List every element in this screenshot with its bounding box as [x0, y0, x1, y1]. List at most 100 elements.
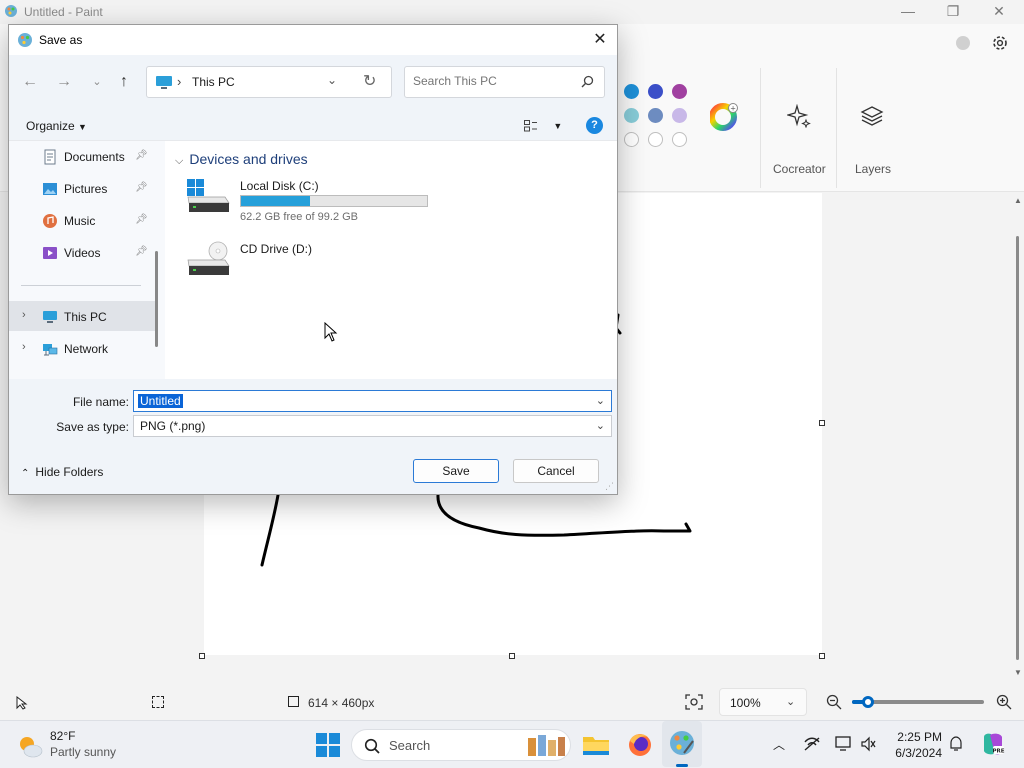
devices-and-drives-header[interactable]: ⌵ Devices and drives: [175, 151, 308, 168]
hide-folders-toggle[interactable]: ⌃ Hide Folders: [21, 465, 103, 479]
copilot-icon[interactable]: PRE: [980, 731, 1006, 757]
close-window-button[interactable]: ✕: [976, 0, 1022, 24]
layers-icon[interactable]: [860, 104, 884, 128]
refresh-icon[interactable]: ↻: [363, 71, 376, 91]
nav-item-documents[interactable]: Documents 📌︎: [9, 141, 155, 171]
cocreator-label[interactable]: Cocreator: [773, 162, 826, 176]
start-windows-icon[interactable]: [312, 729, 344, 761]
account-icon[interactable]: [956, 36, 970, 50]
help-button[interactable]: ?: [586, 117, 603, 134]
back-arrow-icon[interactable]: ←: [18, 71, 42, 93]
drive-item-cd-drive[interactable]: CD Drive (D:): [185, 240, 445, 288]
vertical-scrollbar[interactable]: ▲ ▼: [1014, 192, 1022, 682]
recent-locations-chevron-icon[interactable]: ⌄: [85, 71, 109, 93]
color-swatch[interactable]: [672, 84, 687, 99]
nav-pane-scrollbar[interactable]: [155, 251, 158, 347]
nav-item-pictures[interactable]: Pictures 📌︎: [9, 173, 155, 203]
search-box[interactable]: [404, 66, 605, 98]
nav-item-music[interactable]: Music 📌︎: [9, 205, 155, 235]
color-swatch[interactable]: [648, 108, 663, 123]
save-as-type-select[interactable]: PNG (*.png) ⌄: [133, 415, 612, 437]
network-status-icon[interactable]: [803, 736, 821, 752]
settings-gear-icon[interactable]: [991, 34, 1009, 52]
resize-handle[interactable]: [819, 653, 825, 659]
expand-chevron-icon[interactable]: ›: [22, 341, 26, 353]
taskbar-search-label: Search: [389, 738, 431, 753]
nav-item-label: Music: [64, 214, 96, 228]
collapse-chevron-icon[interactable]: ⌵: [175, 155, 183, 167]
color-swatch[interactable]: [624, 108, 639, 123]
up-arrow-icon[interactable]: ↑: [112, 71, 136, 93]
chevron-up-icon: ⌃: [21, 468, 30, 479]
chevron-down-icon[interactable]: ⌄: [596, 419, 605, 432]
nav-item-label: Pictures: [64, 182, 108, 196]
empty-color-swatch[interactable]: [672, 132, 687, 147]
zoom-out-icon[interactable]: [826, 694, 842, 710]
color-picker-wheel-icon[interactable]: +: [710, 102, 740, 132]
paint-statusbar: 614 × 460px 100% ⌄: [0, 684, 1024, 720]
search-input[interactable]: [413, 74, 573, 88]
empty-color-swatch[interactable]: [648, 132, 663, 147]
nav-item-network[interactable]: › Network: [9, 333, 155, 363]
weather-widget[interactable]: 82°F Partly sunny: [16, 729, 146, 763]
fit-to-window-icon[interactable]: [685, 694, 703, 710]
resize-grip-icon[interactable]: ⋰: [605, 481, 614, 492]
nav-item-this-pc[interactable]: › This PC: [9, 301, 155, 331]
forward-arrow-icon[interactable]: →: [52, 71, 76, 93]
file-explorer-icon[interactable]: [580, 729, 612, 761]
resize-handle[interactable]: [819, 420, 825, 426]
cd-drive-icon: [187, 241, 230, 275]
zoom-slider-thumb[interactable]: [861, 696, 874, 708]
scroll-down-arrow-icon[interactable]: ▼: [1014, 668, 1022, 677]
breadcrumb-this-pc[interactable]: This PC: [192, 75, 235, 89]
zoom-in-icon[interactable]: [996, 694, 1012, 710]
canvas-size-text: 614 × 460px: [308, 696, 375, 710]
empty-color-swatch[interactable]: [624, 132, 639, 147]
change-view-button[interactable]: ▼: [524, 118, 562, 132]
close-icon[interactable]: ✕: [589, 29, 611, 51]
notification-bell-icon[interactable]: [949, 736, 963, 752]
pin-icon[interactable]: 📌︎: [135, 182, 148, 193]
search-icon[interactable]: [581, 75, 594, 88]
nav-item-label: Documents: [64, 150, 125, 164]
expand-chevron-icon[interactable]: ›: [22, 309, 26, 321]
address-bar[interactable]: › This PC ⌄ ↻: [146, 66, 392, 98]
dialog-navigation-bar: ← → ⌄ ↑ › This PC ⌄ ↻: [9, 55, 617, 111]
display-icon[interactable]: [835, 736, 853, 752]
taskbar-clock[interactable]: 2:25 PM 6/3/2024: [884, 729, 942, 761]
cocreator-sparkle-icon[interactable]: [787, 104, 811, 128]
layers-label[interactable]: Layers: [855, 162, 891, 176]
paint-taskbar-button[interactable]: [662, 721, 702, 767]
dialog-titlebar[interactable]: Save as ✕: [9, 25, 617, 55]
pin-icon[interactable]: 📌︎: [135, 246, 148, 257]
pin-icon[interactable]: 📌︎: [135, 150, 148, 161]
restore-button[interactable]: ❐: [930, 0, 976, 24]
save-button[interactable]: Save: [413, 459, 499, 483]
show-hidden-icons-chevron-icon[interactable]: ︿: [773, 736, 785, 753]
firefox-icon[interactable]: [624, 729, 656, 761]
weather-condition: Partly sunny: [50, 745, 117, 759]
scroll-up-arrow-icon[interactable]: ▲: [1014, 196, 1022, 205]
chevron-down-icon[interactable]: ⌄: [596, 394, 605, 407]
volume-muted-icon[interactable]: [860, 736, 876, 752]
file-name-label: File name:: [72, 395, 129, 409]
resize-handle[interactable]: [509, 653, 515, 659]
zoom-slider[interactable]: [852, 696, 984, 708]
minimize-button[interactable]: —: [885, 0, 931, 24]
file-name-field[interactable]: Untitled ⌄: [133, 390, 612, 412]
file-name-value[interactable]: Untitled: [138, 394, 183, 408]
pin-icon[interactable]: 📌︎: [135, 214, 148, 225]
view-details-icon: [524, 119, 537, 132]
color-swatch[interactable]: [648, 84, 663, 99]
drive-item-local-disk[interactable]: Local Disk (C:) 62.2 GB free of 99.2 GB: [185, 177, 445, 225]
cancel-button[interactable]: Cancel: [513, 459, 599, 483]
zoom-select[interactable]: 100% ⌄: [719, 688, 807, 716]
organize-menu[interactable]: Organize ▼: [26, 119, 87, 133]
chevron-down-icon[interactable]: ⌄: [327, 73, 337, 87]
taskbar-search[interactable]: Search: [351, 729, 571, 761]
nav-item-videos[interactable]: Videos 📌︎: [9, 237, 155, 267]
color-swatch[interactable]: [672, 108, 687, 123]
scrollbar-thumb[interactable]: [1016, 236, 1019, 660]
color-swatch[interactable]: [624, 84, 639, 99]
resize-handle[interactable]: [199, 653, 205, 659]
